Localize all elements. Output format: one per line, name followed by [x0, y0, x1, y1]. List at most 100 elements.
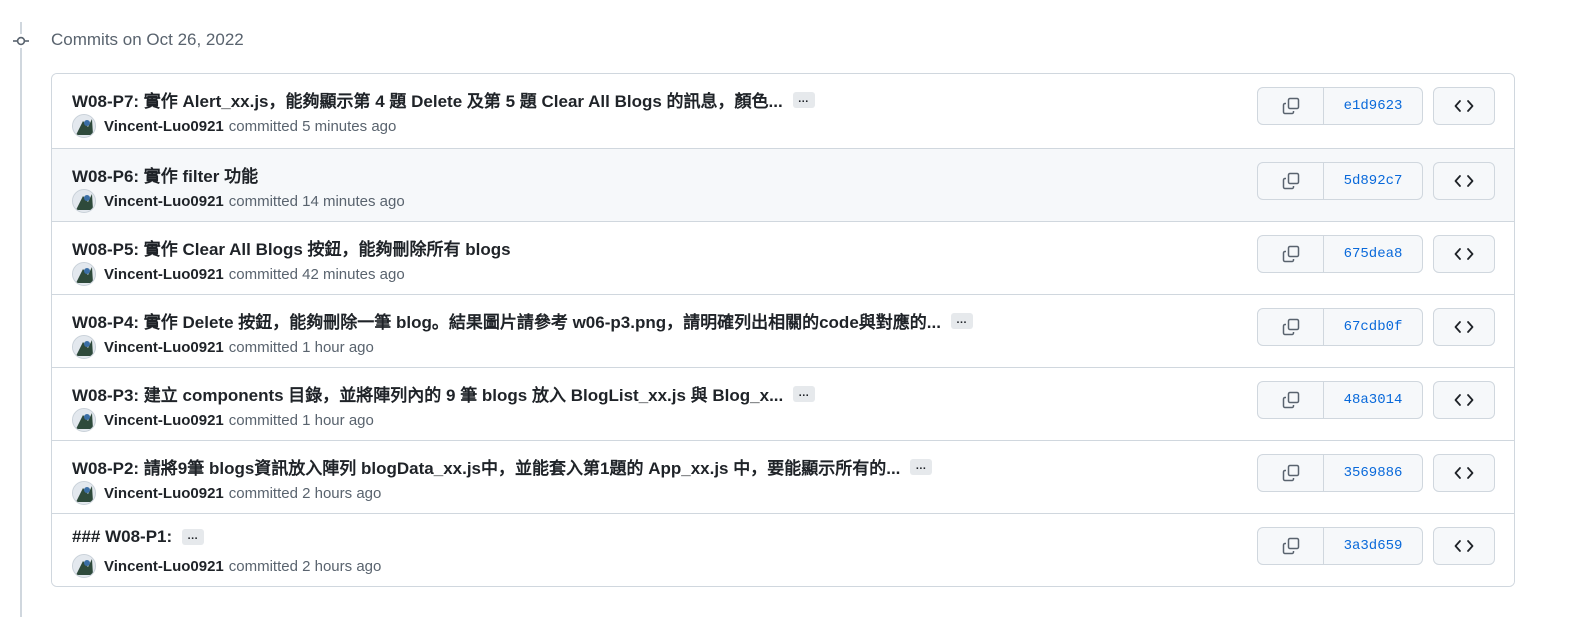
avatar[interactable]: [72, 554, 96, 578]
code-brackets-icon: [1454, 540, 1474, 552]
commit-group-title: Commits on Oct 26, 2022: [51, 30, 244, 49]
commit-message-line: W08-P4: 實作 Delete 按鈕，能夠刪除一筆 blog。結果圖片請參考…: [72, 308, 973, 333]
avatar[interactable]: [72, 189, 96, 213]
copy-icon: [1282, 97, 1299, 115]
commit-time: committed 5 minutes ago: [228, 117, 397, 135]
commit-message-link[interactable]: W08-P3: 建立 components 目錄，並將陣列內的 9 筆 blog…: [72, 381, 783, 406]
commit-message-line: W08-P5: 實作 Clear All Blogs 按鈕，能夠刪除所有 blo…: [72, 235, 511, 260]
timeline-line: [20, 22, 22, 617]
copy-sha-button[interactable]: [1258, 382, 1324, 418]
commit-row: W08-P5: 實作 Clear All Blogs 按鈕，能夠刪除所有 blo…: [52, 221, 1514, 294]
browse-repo-button[interactable]: [1433, 454, 1495, 492]
commit-sha-link[interactable]: 3569886: [1324, 455, 1422, 491]
commit-message-link[interactable]: W08-P5: 實作 Clear All Blogs 按鈕，能夠刪除所有 blo…: [72, 235, 511, 260]
commit-time: committed 2 hours ago: [228, 484, 382, 502]
commit-sha-group: 5d892c7: [1257, 162, 1423, 200]
code-brackets-icon: [1454, 467, 1474, 479]
commit-author-link[interactable]: Vincent-Luo0921: [104, 266, 224, 283]
commit-row: W08-P6: 實作 filter 功能 Vincent-Luo0921 com…: [52, 148, 1514, 221]
commit-message-line: W08-P2: 請將9筆 blogs資訊放入陣列 blogData_xx.js中…: [72, 454, 933, 479]
code-brackets-icon: [1454, 175, 1474, 187]
copy-icon: [1282, 537, 1299, 555]
commit-message-line: W08-P6: 實作 filter 功能: [72, 162, 258, 187]
copy-sha-button[interactable]: [1258, 455, 1324, 491]
expand-message-button[interactable]: …: [950, 312, 973, 329]
commit-meta: Vincent-Luo0921 committed 14 minutes ago: [72, 189, 405, 213]
copy-sha-button[interactable]: [1258, 528, 1324, 564]
expand-message-button[interactable]: …: [792, 91, 815, 108]
expand-message-button[interactable]: …: [182, 529, 205, 545]
copy-sha-button[interactable]: [1258, 236, 1324, 272]
commit-sha-group: 3a3d659: [1257, 527, 1423, 565]
commit-time: committed 1 hour ago: [228, 338, 374, 356]
commit-message-link[interactable]: ### W08-P1:: [72, 527, 172, 547]
commit-row: W08-P7: 實作 Alert_xx.js，能夠顯示第 4 題 Delete …: [52, 74, 1514, 148]
copy-sha-button[interactable]: [1258, 88, 1324, 124]
commit-author-link[interactable]: Vincent-Luo0921: [104, 118, 224, 135]
copy-icon: [1282, 245, 1299, 263]
expand-message-button[interactable]: …: [793, 385, 816, 402]
commit-sha-link[interactable]: 3a3d659: [1324, 528, 1422, 564]
commit-time: committed 42 minutes ago: [228, 265, 405, 283]
commit-author-link[interactable]: Vincent-Luo0921: [104, 339, 224, 356]
avatar[interactable]: [72, 408, 96, 432]
commit-author-link[interactable]: Vincent-Luo0921: [104, 485, 224, 502]
code-brackets-icon: [1454, 248, 1474, 260]
commit-message-link[interactable]: W08-P6: 實作 filter 功能: [72, 162, 258, 187]
commit-sha-link[interactable]: 675dea8: [1324, 236, 1422, 272]
commit-message-line: W08-P7: 實作 Alert_xx.js，能夠顯示第 4 題 Delete …: [72, 87, 815, 112]
commit-row: W08-P3: 建立 components 目錄，並將陣列內的 9 筆 blog…: [52, 367, 1514, 440]
commit-author-link[interactable]: Vincent-Luo0921: [104, 193, 224, 210]
avatar[interactable]: [72, 481, 96, 505]
commit-row: W08-P4: 實作 Delete 按鈕，能夠刪除一筆 blog。結果圖片請參考…: [52, 294, 1514, 367]
code-brackets-icon: [1454, 321, 1474, 333]
avatar[interactable]: [72, 114, 96, 138]
commit-sha-link[interactable]: 67cdb0f: [1324, 309, 1422, 345]
avatar[interactable]: [72, 262, 96, 286]
commit-sha-group: 675dea8: [1257, 235, 1423, 273]
commit-time: committed 1 hour ago: [228, 411, 374, 429]
commit-message-link[interactable]: W08-P2: 請將9筆 blogs資訊放入陣列 blogData_xx.js中…: [72, 454, 900, 479]
commit-meta: Vincent-Luo0921 committed 42 minutes ago: [72, 262, 405, 286]
commit-sha-group: 67cdb0f: [1257, 308, 1423, 346]
commit-meta: Vincent-Luo0921 committed 1 hour ago: [72, 335, 374, 359]
commit-row: ### W08-P1: … Vincent-Luo0921 committed …: [52, 513, 1514, 586]
browse-repo-button[interactable]: [1433, 308, 1495, 346]
commit-time: committed 2 hours ago: [228, 557, 382, 575]
commit-meta: Vincent-Luo0921 committed 2 hours ago: [72, 481, 381, 505]
commit-time: committed 14 minutes ago: [228, 192, 405, 210]
commit-message-link[interactable]: W08-P4: 實作 Delete 按鈕，能夠刪除一筆 blog。結果圖片請參考…: [72, 308, 941, 333]
browse-repo-button[interactable]: [1433, 162, 1495, 200]
commit-meta: Vincent-Luo0921 committed 5 minutes ago: [72, 114, 396, 138]
commit-message-line: ### W08-P1: …: [72, 527, 205, 547]
commit-sha-link[interactable]: 5d892c7: [1324, 163, 1422, 199]
commit-meta: Vincent-Luo0921 committed 1 hour ago: [72, 408, 374, 432]
browse-repo-button[interactable]: [1433, 87, 1495, 125]
avatar[interactable]: [72, 335, 96, 359]
commit-sha-link[interactable]: 48a3014: [1324, 382, 1422, 418]
code-brackets-icon: [1454, 394, 1474, 406]
copy-sha-button[interactable]: [1258, 163, 1324, 199]
commit-meta: Vincent-Luo0921 committed 2 hours ago: [72, 554, 381, 578]
copy-icon: [1282, 391, 1299, 409]
commit-list: W08-P7: 實作 Alert_xx.js，能夠顯示第 4 題 Delete …: [51, 73, 1515, 587]
git-commit-icon: [13, 34, 29, 48]
browse-repo-button[interactable]: [1433, 235, 1495, 273]
browse-repo-button[interactable]: [1433, 381, 1495, 419]
copy-sha-button[interactable]: [1258, 309, 1324, 345]
commit-author-link[interactable]: Vincent-Luo0921: [104, 412, 224, 429]
code-brackets-icon: [1454, 100, 1474, 112]
browse-repo-button[interactable]: [1433, 527, 1495, 565]
copy-icon: [1282, 318, 1299, 336]
commit-sha-link[interactable]: e1d9623: [1324, 88, 1422, 124]
commit-sha-group: 48a3014: [1257, 381, 1423, 419]
expand-message-button[interactable]: …: [910, 458, 933, 475]
copy-icon: [1282, 464, 1299, 482]
commit-author-link[interactable]: Vincent-Luo0921: [104, 558, 224, 575]
commit-row: W08-P2: 請將9筆 blogs資訊放入陣列 blogData_xx.js中…: [52, 440, 1514, 513]
commit-message-line: W08-P3: 建立 components 目錄，並將陣列內的 9 筆 blog…: [72, 381, 816, 406]
copy-icon: [1282, 172, 1299, 190]
commit-message-link[interactable]: W08-P7: 實作 Alert_xx.js，能夠顯示第 4 題 Delete …: [72, 87, 783, 112]
commit-sha-group: e1d9623: [1257, 87, 1423, 125]
commit-sha-group: 3569886: [1257, 454, 1423, 492]
